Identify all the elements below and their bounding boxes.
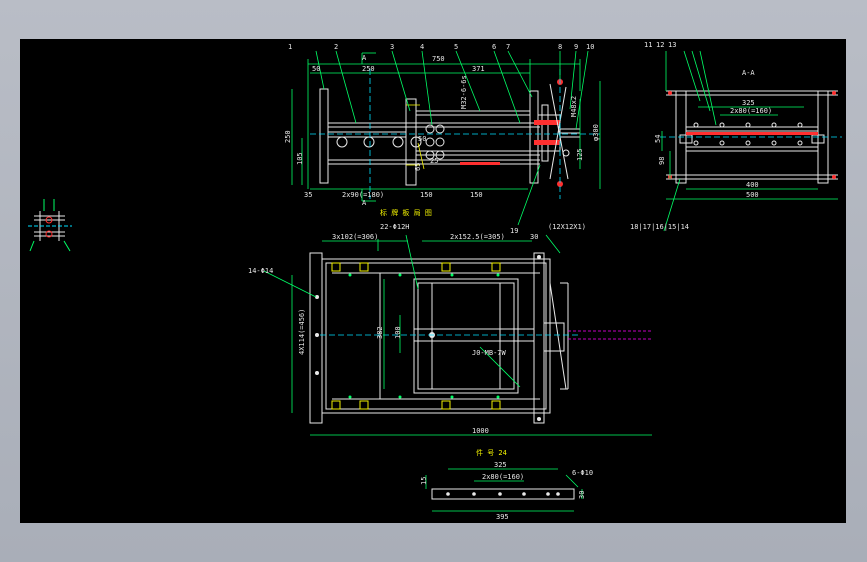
bar-hole-note: 6-Φ10 [572, 469, 593, 477]
section-lower-labels: 18|17|16|15|14 [630, 223, 689, 231]
main-elevation-view: 1 2 3 4 5 6 7 8 9 10 A A 750 250 371 50 … [284, 43, 601, 235]
section-marker-top: A [362, 54, 367, 62]
dim-250-left: 250 [284, 130, 292, 143]
balloon-19: 19 [510, 227, 518, 235]
sec-dim-54: 54 [654, 135, 662, 143]
balloon-9: 9 [574, 43, 578, 51]
balloon-6: 6 [492, 43, 496, 51]
bar-dim-325: 325 [494, 461, 507, 469]
balloon-8: 8 [558, 43, 562, 51]
plan-note-holes: 22-Φ12H [380, 223, 410, 231]
bar-dim-30: 30 [578, 491, 586, 499]
section-balloons: 11 [644, 41, 652, 49]
note-m32: M32-6-6s [460, 75, 468, 109]
cad-viewport[interactable]: 1 2 3 4 5 6 7 8 9 10 A A 750 250 371 50 … [20, 39, 846, 523]
sec-dim-500: 500 [746, 191, 759, 199]
section-marker-bottom: A [362, 199, 367, 207]
dim-150-a: 150 [420, 191, 433, 199]
plan-dim-2x152: 2x152.5(=305) [450, 233, 505, 241]
bar-dim-15: 15 [420, 477, 428, 485]
main-balloon-labels: 1 2 3 4 5 6 7 8 9 10 [288, 43, 594, 51]
balloon-10: 10 [586, 43, 594, 51]
sec-dim-2x80: 2x80(=160) [730, 107, 772, 115]
dim-250-top: 250 [362, 65, 375, 73]
balloon-3: 3 [390, 43, 394, 51]
balloon-2: 2 [334, 43, 338, 51]
plan-dim-30: 30 [530, 233, 538, 241]
dim-35: 35 [304, 191, 312, 199]
sec-dim-98: 98 [658, 157, 666, 165]
dim-125: 125 [576, 148, 584, 161]
balloon-5: 5 [454, 43, 458, 51]
dim-phi300: φ300 [592, 124, 600, 141]
section-balloon-12: 12 [656, 41, 664, 49]
section-aa-view: A-A 11 12 13 325 2x80(=160) 54 98 400 50… [630, 41, 842, 232]
dim-2x90: 2x90(=180) [342, 191, 384, 199]
plan-view: 3x102(=306) 2x152.5(=305) 30 22-Φ12H (12… [248, 223, 652, 436]
bar-detail-view: 件 号 24 325 2x80(=160) 395 15 30 6-Φ10 [420, 448, 593, 521]
dim-750: 750 [432, 55, 445, 63]
balloon-7: 7 [506, 43, 510, 51]
detail-small [28, 199, 72, 252]
bar-title: 件 号 24 [476, 448, 507, 457]
plan-dim-100: 100 [394, 326, 402, 339]
dim-50-mid: 50 [418, 135, 426, 143]
plan-left-dim: 4X114(=456) [298, 309, 306, 355]
dim-150-b: 150 [470, 191, 483, 199]
section-title: A-A [742, 69, 755, 77]
plan-center-label: J0-MB-7W [472, 349, 507, 357]
stamp-title: 标 牌 板 局 图 [380, 208, 432, 217]
bar-dim-395: 395 [496, 513, 509, 521]
balloon-4: 4 [420, 43, 424, 51]
cad-drawing: 1 2 3 4 5 6 7 8 9 10 A A 750 250 371 50 … [28, 41, 842, 521]
note-m48: M48x2 [570, 96, 578, 117]
plan-dim-3x102: 3x102(=306) [332, 233, 378, 241]
section-balloon-13: 13 [668, 41, 676, 49]
dim-65: 65 [414, 163, 422, 171]
dim-105: 105 [296, 152, 304, 165]
plan-hole-note: 14-Φ14 [248, 267, 273, 275]
sec-dim-400: 400 [746, 181, 759, 189]
sec-dim-325: 325 [742, 99, 755, 107]
dim-50-top: 50 [312, 65, 320, 73]
plan-note-side: (12X12X1) [548, 223, 586, 231]
balloon-1: 1 [288, 43, 292, 51]
dim-25: 25 [430, 157, 438, 165]
bar-dim-2x80: 2x80(=160) [482, 473, 524, 481]
plan-dim-1000: 1000 [472, 427, 489, 435]
plan-dim-382: 382 [376, 326, 384, 339]
dim-371: 371 [472, 65, 485, 73]
